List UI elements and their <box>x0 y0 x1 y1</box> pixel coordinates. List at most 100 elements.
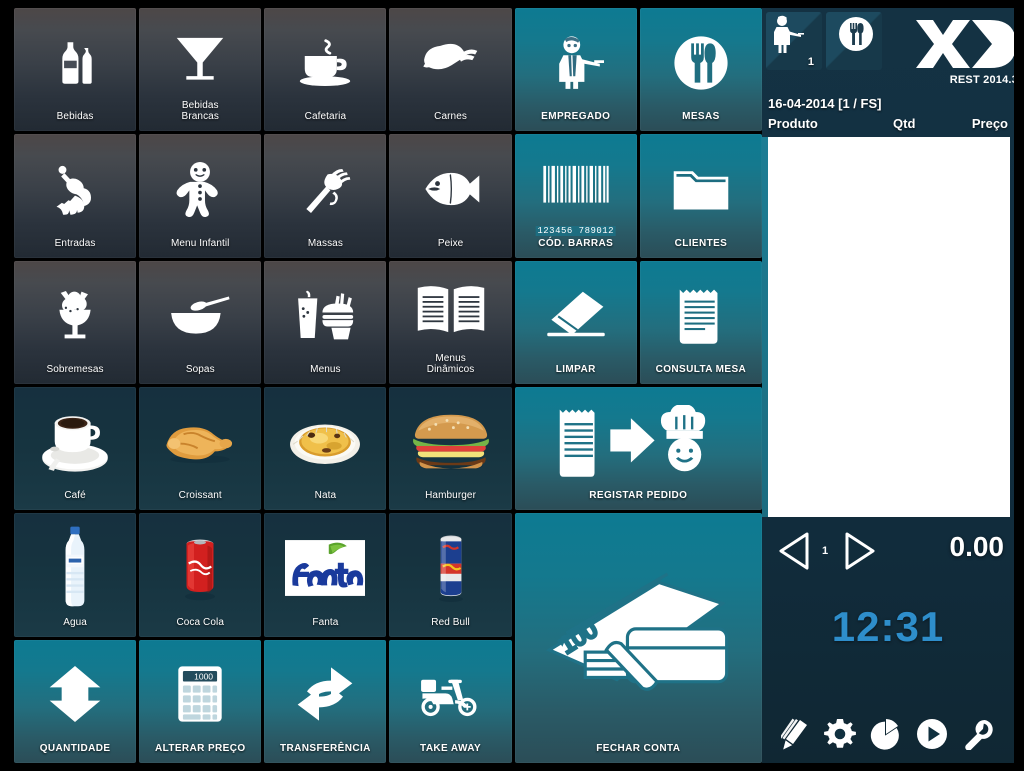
pencil-icon[interactable] <box>779 718 809 755</box>
prev-page-button[interactable] <box>776 531 812 576</box>
pasta-fork-icon <box>264 134 386 237</box>
tile-label: Sobremesas <box>46 364 104 375</box>
waiter-icon <box>770 15 804 58</box>
tile-fork-knife-circle[interactable]: MESAS <box>639 8 762 132</box>
version-label: REST 2014.3 <box>949 74 1014 86</box>
order-columns-header: Produto Qtd Preço <box>762 114 1014 137</box>
tile-label: REGISTAR PEDIDO <box>589 490 688 502</box>
tile-label: QUANTIDADE <box>39 743 111 754</box>
tile-shrimp[interactable]: Entradas <box>14 134 137 258</box>
tile-meat-leg[interactable]: Carnes <box>389 8 512 132</box>
tile-redbull-can-photo[interactable]: Red Bull <box>389 513 512 637</box>
tile-waiter[interactable]: EMPREGADO <box>514 8 637 132</box>
table-tab[interactable] <box>826 12 882 70</box>
order-date-line: 16-04-2014 [1 / FS] <box>768 96 882 111</box>
soup-bowl-icon <box>139 261 261 364</box>
waiter-icon <box>515 8 637 111</box>
tile-label: Menu Infantil <box>170 237 230 249</box>
employee-tab[interactable]: 1 <box>766 12 822 70</box>
tile-receipt[interactable]: CONSULTA MESA <box>639 260 762 384</box>
tile-bottles[interactable]: Bebidas <box>14 8 137 132</box>
transfer-arrows-icon <box>264 640 386 743</box>
tile-transfer-arrows[interactable]: TRANSFERÊNCIA <box>264 639 387 763</box>
tile-cocktail-glass[interactable]: Bebidas Brancas <box>139 8 262 132</box>
tile-croissant-photo[interactable]: Croissant <box>139 387 262 511</box>
water-bottle-photo-icon <box>14 513 136 616</box>
open-book-icon <box>389 261 511 353</box>
tile-water-bottle-photo[interactable]: Agua <box>14 513 137 637</box>
employee-badge: 1 <box>807 56 814 68</box>
column-price: Preço <box>971 116 1008 131</box>
folder-icon <box>640 134 762 237</box>
cash-card-icon <box>515 513 762 743</box>
croissant-photo-icon <box>139 387 261 490</box>
tile-label: Agua <box>63 616 87 628</box>
combo-meal-icon <box>264 261 386 364</box>
page-number: 1 <box>822 545 829 557</box>
tile-fish[interactable]: Peixe <box>389 134 512 258</box>
wrench-icon[interactable] <box>963 718 995 755</box>
tile-pastel-de-nata-photo[interactable]: Nata <box>264 387 387 511</box>
pie-chart-icon[interactable] <box>870 718 902 755</box>
tile-label: EMPREGADO <box>541 111 611 123</box>
order-total: 0.00 <box>949 531 1005 562</box>
barcode-digits: 123456 789012 <box>535 225 617 236</box>
tile-label: ALTERAR PREÇO <box>154 743 246 754</box>
tile-fanta-logo[interactable]: Fanta <box>264 513 387 637</box>
tile-eraser[interactable]: LIMPAR <box>514 260 637 384</box>
tile-cash-card[interactable]: FECHAR CONTA <box>514 513 762 763</box>
tile-up-down-arrows[interactable]: QUANTIDADE <box>14 639 137 763</box>
xd-logo-icon <box>898 16 1014 73</box>
tile-hamburger-photo[interactable]: Hamburger <box>389 387 512 511</box>
tile-label: Bebidas <box>56 111 94 123</box>
receipt-to-chef-icon <box>515 387 762 490</box>
tile-combo-meal[interactable]: Menus <box>264 260 387 384</box>
brand-logo: REST 2014.3 <box>898 16 1014 86</box>
tile-folder[interactable]: CLIENTES <box>639 134 762 258</box>
tile-calculator[interactable]: ALTERAR PREÇO <box>139 639 262 763</box>
shrimp-icon <box>14 134 136 237</box>
bottles-icon <box>14 8 136 111</box>
order-lines-list[interactable] <box>768 137 1010 517</box>
next-page-button[interactable] <box>842 531 878 576</box>
tile-label: CÓD. BARRAS <box>538 237 614 249</box>
tile-label: Fanta <box>312 616 339 628</box>
tile-ice-cream-sundae[interactable]: Sobremesas <box>14 260 137 384</box>
tile-label: Bebidas Brancas <box>181 100 219 123</box>
play-icon[interactable] <box>916 718 948 755</box>
tile-label: Sopas <box>185 364 215 375</box>
tile-label: FECHAR CONTA <box>596 743 681 754</box>
tile-barcode[interactable]: 123456 789012 CÓD. BARRAS <box>514 134 637 258</box>
calculator-icon <box>139 640 261 743</box>
hamburger-photo-icon <box>389 387 511 490</box>
tile-label: Menus <box>310 364 341 375</box>
tile-scooter[interactable]: TAKE AWAY <box>389 639 512 763</box>
cocktail-glass-icon <box>139 8 261 100</box>
tile-label: Menus Dinâmicos <box>426 353 475 375</box>
tile-label: TRANSFERÊNCIA <box>280 743 371 754</box>
tile-open-book[interactable]: Menus Dinâmicos <box>389 260 512 384</box>
tile-label: Carnes <box>434 111 467 123</box>
tile-label: CLIENTES <box>674 237 728 249</box>
tile-label: Peixe <box>437 237 464 249</box>
tile-receipt-to-chef[interactable]: REGISTAR PEDIDO <box>514 387 762 511</box>
tile-coffee-photo[interactable]: Café <box>14 387 137 511</box>
eraser-icon <box>515 261 637 364</box>
coffee-cup-icon <box>264 8 386 111</box>
tile-label: Café <box>64 490 86 502</box>
tile-gingerbread-man[interactable]: Menu Infantil <box>139 134 262 258</box>
gear-icon[interactable] <box>823 718 856 755</box>
coke-can-photo-icon <box>139 513 261 616</box>
pos-application: Bebidas Bebidas Brancas Cafetaria Carnes EMPR… <box>0 0 1024 771</box>
product-button-grid: Bebidas Bebidas Brancas Cafetaria Carnes EMPR… <box>14 8 762 763</box>
pastel-de-nata-photo-icon <box>264 387 386 490</box>
tile-coffee-cup[interactable]: Cafetaria <box>264 8 387 132</box>
fish-icon <box>389 134 511 237</box>
column-qty: Qtd <box>893 116 916 131</box>
tile-label: TAKE AWAY <box>420 743 482 754</box>
tile-coke-can-photo[interactable]: Coca Cola <box>139 513 262 637</box>
tile-label: Coca Cola <box>176 616 225 628</box>
tile-soup-bowl[interactable]: Sopas <box>139 260 262 384</box>
bottom-toolbar <box>762 718 1014 755</box>
tile-pasta-fork[interactable]: Massas <box>264 134 387 258</box>
